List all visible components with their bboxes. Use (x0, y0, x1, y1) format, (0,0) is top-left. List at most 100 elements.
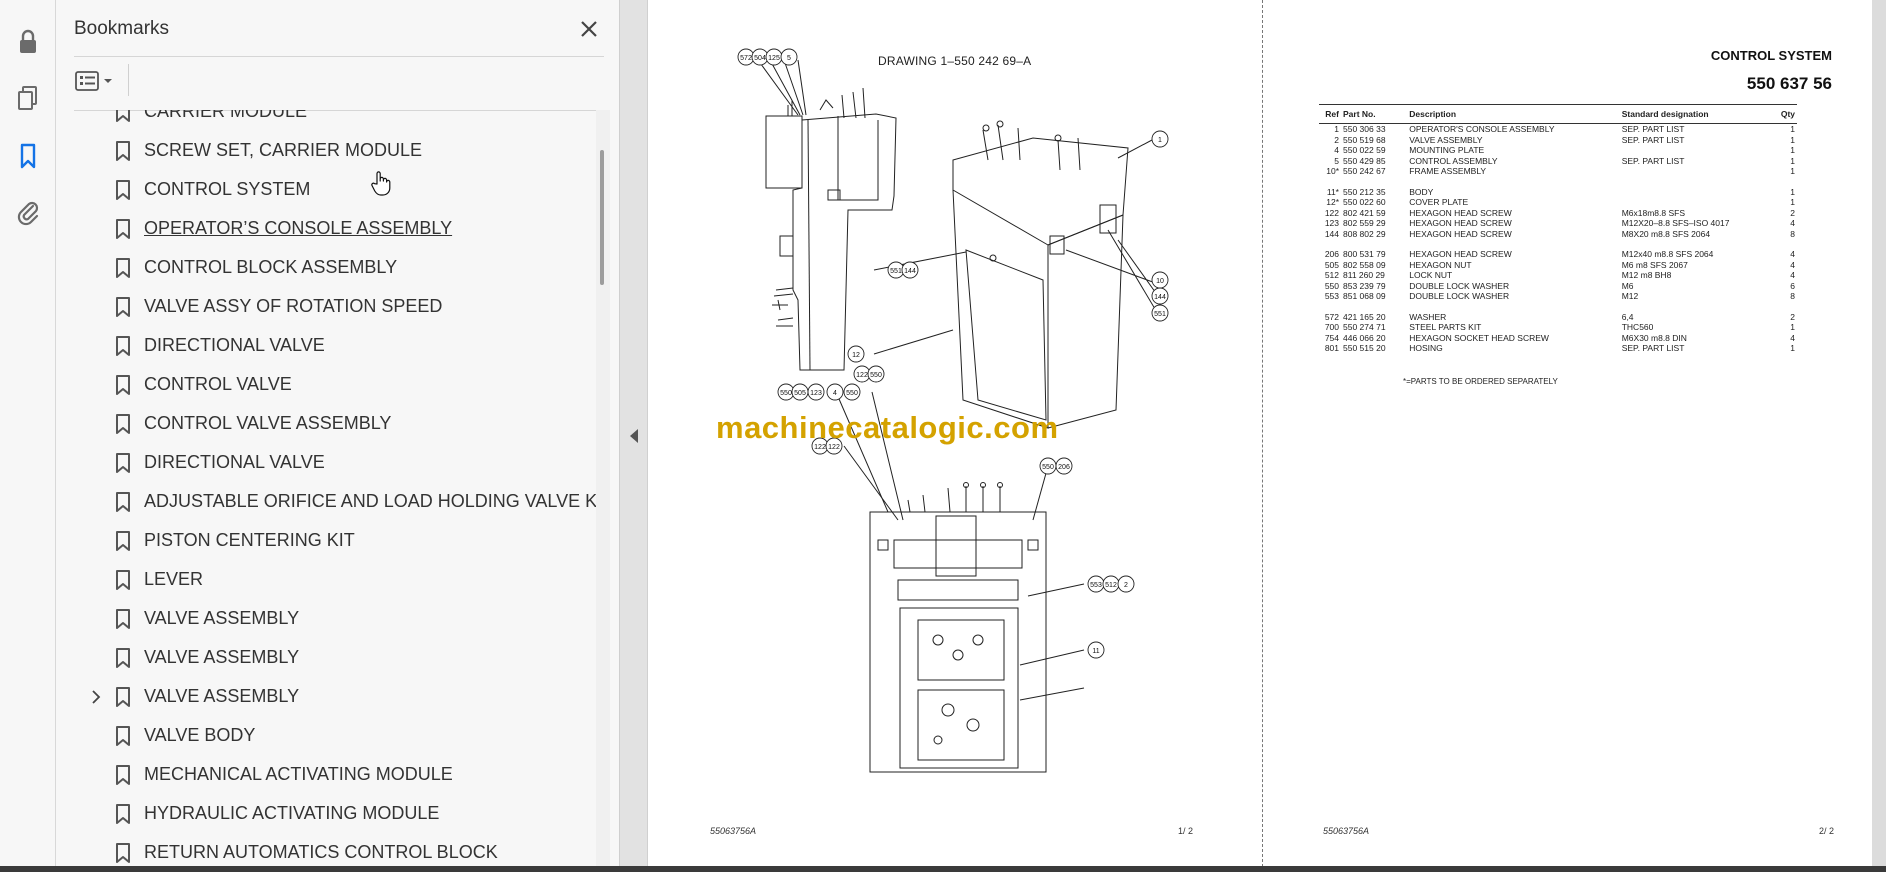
callout-label: 550 (1042, 464, 1054, 471)
bookmark-item[interactable]: CONTROL SYSTEM (74, 170, 594, 209)
page-1-footer-page: 1/ 2 (1178, 826, 1194, 836)
bookmark-item[interactable]: HYDRAULIC ACTIVATING MODULE (74, 794, 594, 833)
table-cell: 6,4 (1621, 311, 1634, 322)
page-1-footer-code: 55063756A (710, 826, 757, 836)
table-cell: SEP. PART LIST (1621, 134, 1685, 145)
table-cell: 550 022 59 (1343, 145, 1386, 155)
chevron-right-icon[interactable] (88, 689, 104, 705)
bookmark-item[interactable]: OPERATOR’S CONSOLE ASSEMBLY (74, 209, 594, 248)
table-cell: WASHER (1409, 311, 1447, 322)
callout-label: 550 (846, 390, 858, 397)
panel-splitter[interactable] (620, 0, 648, 872)
bookmark-item[interactable]: VALVE ASSEMBLY (74, 638, 594, 677)
table-cell: 550 022 60 (1343, 197, 1386, 207)
table-cell: 1 (1790, 134, 1795, 145)
page-2-footer-page: 2/ 2 (1819, 826, 1835, 836)
bookmark-item[interactable]: SCREW SET, CARRIER MODULE (74, 131, 594, 170)
table-row: 553 851 068 09 DOUBLE LOCK WASHER M12 8 (1319, 291, 1797, 302)
bookmark-label: CONTROL VALVE ASSEMBLY (144, 413, 392, 433)
table-cell: 2 (1334, 134, 1339, 145)
table-cell: HEXAGON HEAD SCREW (1409, 207, 1512, 218)
table-row: 206 800 531 79 HEXAGON HEAD SCREW M12x40 m8… (1319, 249, 1797, 260)
table-row: 144 808 802 29 HEXAGON HEAD SCREW M8X20 m8.… (1319, 229, 1797, 240)
table-cell: 8 (1790, 291, 1795, 301)
bookmark-item[interactable]: DIRECTIONAL VALVE (74, 443, 594, 482)
table-cell: HOSING (1409, 343, 1443, 353)
bookmark-icon (114, 647, 132, 669)
table-cell (1620, 166, 1779, 177)
callout-label: 125 (768, 55, 780, 62)
table-cell: SEP. PART LIST (1621, 155, 1685, 166)
table-cell: 754 (1324, 332, 1339, 343)
table-cell: 206 (1324, 249, 1339, 259)
bookmark-icon (114, 335, 132, 357)
table-cell: 550 515 20 (1343, 343, 1386, 353)
table-spacer-row (1319, 302, 1797, 312)
callout-bubble: 512 (1102, 575, 1120, 593)
bookmark-item[interactable]: MECHANICAL ACTIVATING MODULE (74, 755, 594, 794)
scrollbar-thumb[interactable] (600, 150, 604, 285)
table-cell: DOUBLE LOCK WASHER (1409, 291, 1510, 301)
table-cell: 800 531 79 (1343, 249, 1386, 259)
table-row: 5 550 429 85 CONTROL ASSEMBLY SEP. PART LIS… (1319, 156, 1797, 167)
bookmark-item[interactable]: VALVE ASSY OF ROTATION SPEED (74, 287, 594, 326)
bookmark-item[interactable]: DIRECTIONAL VALVE (74, 326, 594, 365)
bookmark-item[interactable]: PISTON CENTERING KIT (74, 521, 594, 560)
pages-icon[interactable] (8, 78, 48, 118)
parts-table: Ref Part No. Description Standard design… (1319, 104, 1797, 354)
collapse-arrow-icon[interactable] (628, 428, 640, 444)
table-cell: 5 (1334, 155, 1339, 166)
bookmark-item[interactable]: CARRIER MODULE (74, 110, 594, 131)
table-cell: M12X20–8.8 SFS–ISO 4017 (1621, 218, 1730, 228)
bookmark-item[interactable]: CONTROL VALVE ASSEMBLY (74, 404, 594, 443)
table-cell: HEXAGON SOCKET HEAD SCREW (1409, 332, 1549, 343)
table-cell: 550 429 85 (1343, 155, 1386, 166)
callout-bubble: 144 (1151, 287, 1169, 305)
attachment-icon[interactable] (8, 192, 48, 232)
bookmark-panel-icon[interactable] (8, 136, 48, 176)
callout-bubble: 550 (843, 383, 861, 401)
callout-bubble: 206 (1055, 457, 1073, 475)
close-icon[interactable] (574, 14, 604, 44)
table-row: 2 550 519 68 VALVE ASSEMBLY SEP. PART LIST 1 (1319, 135, 1797, 146)
bookmark-item[interactable]: CONTROL VALVE (74, 365, 594, 404)
bookmark-item[interactable]: VALVE ASSEMBLY (74, 599, 594, 638)
callout-bubble: 505 (791, 383, 809, 401)
bookmark-item[interactable]: VALVE ASSEMBLY (74, 677, 594, 716)
table-cell: LOCK NUT (1409, 270, 1453, 280)
bookmark-options-button[interactable] (74, 66, 120, 96)
callout-label: 505 (794, 390, 806, 397)
bookmark-label: OPERATOR’S CONSOLE ASSEMBLY (144, 218, 453, 238)
table-cell: M6 (1621, 280, 1634, 291)
bookmark-icon (114, 110, 132, 123)
bookmark-item[interactable]: VALVE BODY (74, 716, 594, 755)
bookmark-icon (114, 374, 132, 396)
bookmark-icon (114, 140, 132, 162)
table-row: 512 811 260 29 LOCK NUT M12 m8 BH8 4 (1319, 270, 1797, 281)
callout-bubble: 123 (807, 383, 825, 401)
callout-label: 144 (904, 268, 916, 275)
table-cell: M12 m8 BH8 (1621, 270, 1672, 280)
table-cell: 1 (1790, 197, 1795, 207)
callout-bubble: 1 (1151, 130, 1169, 148)
callout-label: 551 (890, 268, 902, 275)
bookmark-item[interactable]: LEVER (74, 560, 594, 599)
table-cell: 1 (1790, 166, 1795, 176)
col-standard: Standard designation (1619, 104, 1779, 124)
table-cell: 851 068 09 (1343, 291, 1386, 301)
table-cell: 421 165 20 (1343, 311, 1386, 322)
table-cell: BODY (1409, 186, 1434, 197)
bookmark-item[interactable]: CONTROL BLOCK ASSEMBLY (74, 248, 594, 287)
lock-icon[interactable] (8, 22, 48, 62)
bookmark-item[interactable]: ADJUSTABLE ORIFICE AND LOAD HOLDING VALV… (74, 482, 604, 521)
table-cell: M6X30 m8.8 DIN (1621, 332, 1687, 343)
table-cell: 6 (1790, 280, 1795, 291)
table-spacer-row (1319, 239, 1797, 249)
table-cell: HEXAGON NUT (1409, 259, 1472, 270)
bookmark-icon (114, 257, 132, 279)
bookmark-label: LEVER (144, 569, 204, 589)
table-spacer-row (1319, 177, 1797, 187)
list-options-icon (75, 71, 112, 91)
table-cell: 811 260 29 (1343, 270, 1385, 280)
table-cell: SEP. PART LIST (1621, 124, 1685, 134)
